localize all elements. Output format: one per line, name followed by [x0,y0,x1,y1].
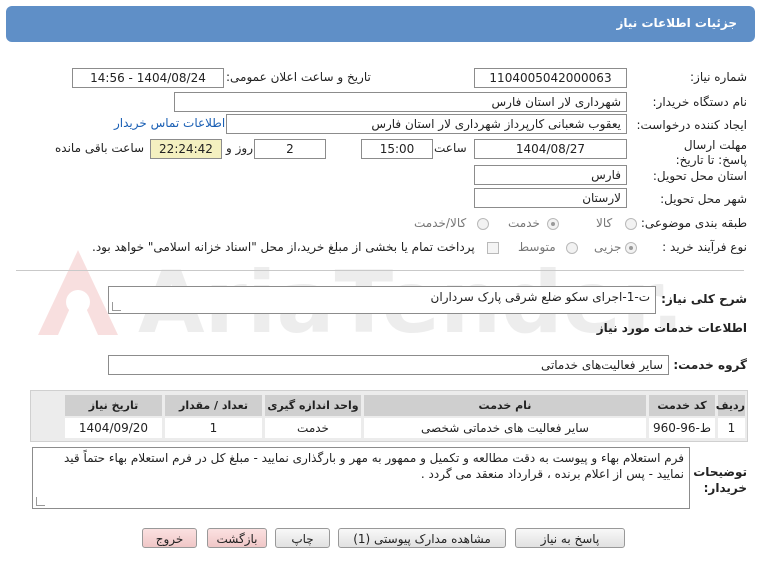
resize-grip-icon[interactable] [36,497,45,506]
description-field: ت-1-اجرای سکو ضلع شرقی پارک سرداران [108,286,656,314]
service-group-field: سایر فعالیت‌های خدماتی [108,355,669,375]
table-header-service-name: نام خدمت [364,395,646,416]
process-option-minor: جزیی [594,240,622,254]
service-group-label: گروه خدمت: [673,358,747,372]
announce-datetime-field: 1404/08/24 - 14:56 [72,68,224,88]
print-button[interactable]: چاپ [275,528,330,548]
buyer-notes-text: فرم استعلام بهاء و پیوست به دقت مطالعه و… [63,451,684,481]
table-header-unit: واحد اندازه گیری [265,395,361,416]
days-label: روز و [226,141,253,155]
table-cell-service-name: سایر فعالیت های خدماتی شخصی [364,418,646,438]
contact-info-link[interactable]: اطلاعات تماس خریدار [114,116,225,130]
resize-grip-icon[interactable] [112,302,121,311]
buyer-org-field: شهرداری لار استان فارس [174,92,627,112]
city-field: لارستان [474,188,627,208]
process-radio-minor[interactable] [625,242,637,254]
creator-field: یعقوب شعبانی کارپرداز شهرداری لار استان … [226,114,627,134]
process-option-medium: متوسط [518,240,556,254]
category-radio-service[interactable] [547,218,559,230]
remaining-time-field: 22:24:42 [150,139,222,159]
table-cell-need-date: 1404/09/20 [65,418,162,438]
province-field: فارس [474,165,627,185]
page-title-bar: جزئیات اطلاعات نیاز [6,6,755,42]
table-header-row-number: ردیف [716,395,745,416]
creator-label: ایجاد کننده درخواست: [636,118,747,132]
description-text: ت-1-اجرای سکو ضلع شرقی پارک سرداران [430,290,650,304]
reply-button[interactable]: پاسخ به نیاز [515,528,625,548]
remaining-time-label: ساعت باقی مانده [55,141,145,155]
deadline-time-field: 15:00 [361,139,433,159]
exit-button[interactable]: خروج [142,528,197,548]
table-cell-unit: خدمت [265,418,361,438]
need-number-label: شماره نیاز: [690,70,747,84]
days-remaining-field: 2 [254,139,326,159]
services-table: ردیف کد خدمت نام خدمت واحد اندازه گیری ت… [30,390,748,442]
services-section-header: اطلاعات خدمات مورد نیاز [596,321,747,335]
category-radio-goods[interactable] [625,218,637,230]
table-cell-service-code: ط-96-960 [649,418,715,438]
description-label: شرح کلی نیاز: [661,292,747,306]
table-header-need-date: تاریخ نیاز [65,395,162,416]
buyer-notes-label: توضیحات خریدار: [693,465,747,495]
process-label: نوع فرآیند خرید : [662,240,747,254]
need-number-field: 1104005042000063 [474,68,627,88]
buyer-notes-field: فرم استعلام بهاء و پیوست به دقت مطالعه و… [32,447,690,509]
category-option-goods: کالا [596,216,613,230]
table-cell-quantity: 1 [165,418,262,438]
section-divider [16,270,744,271]
deadline-label: مهلت ارسال پاسخ: تا تاریخ: [675,138,747,167]
table-cell-row-number: 1 [718,418,745,438]
category-option-service: خدمت [508,216,540,230]
city-label: شهر محل تحویل: [660,192,747,206]
category-option-goods-service: کالا/خدمت [414,216,467,230]
table-header-service-code: کد خدمت [649,395,715,416]
treasury-payment-checkbox[interactable] [487,242,499,254]
deadline-time-label: ساعت [434,141,467,155]
view-attachments-button[interactable]: مشاهده مدارک پیوستی (1) [338,528,506,548]
category-radio-goods-service[interactable] [477,218,489,230]
treasury-payment-note: پرداخت تمام یا بخشی از مبلغ خرید،از محل … [92,240,475,254]
province-label: استان محل تحویل: [652,169,747,183]
announce-label: تاریخ و ساعت اعلان عمومی: [226,70,371,84]
table-header-quantity: تعداد / مقدار [165,395,262,416]
category-label: طبقه بندی موضوعی: [640,216,747,230]
deadline-date-field: 1404/08/27 [474,139,627,159]
buyer-org-label: نام دستگاه خریدار: [652,95,748,109]
back-button[interactable]: بازگشت [207,528,267,548]
process-radio-medium[interactable] [566,242,578,254]
page-title: جزئیات اطلاعات نیاز [616,16,737,30]
